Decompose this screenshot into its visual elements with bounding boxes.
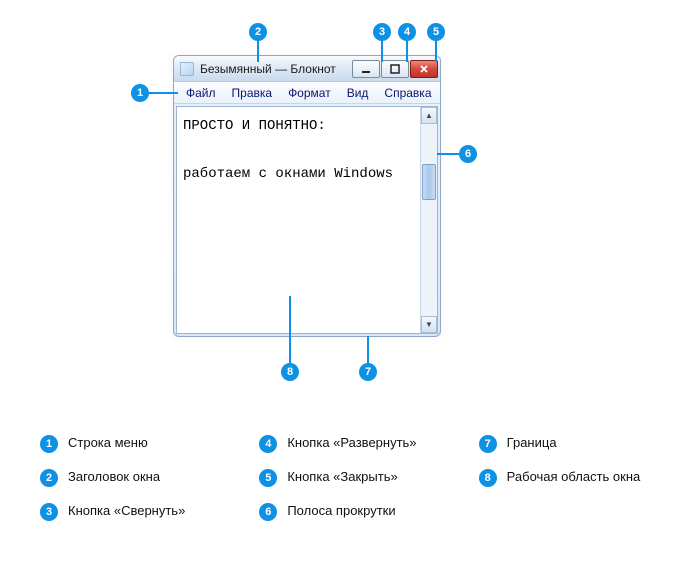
legend: 1 Строка меню 4 Кнопка «Развернуть» 7 Гр… [40, 435, 680, 521]
legend-text: Строка меню [68, 435, 148, 451]
legend-text: Кнопка «Развернуть» [287, 435, 416, 451]
legend-num: 7 [479, 435, 497, 453]
scroll-down-button[interactable]: ▼ [421, 316, 437, 333]
text-area[interactable]: ПРОСТО И ПОНЯТНО: работаем с окнами Wind… [177, 107, 420, 333]
text-line-2: работаем с окнами Windows [183, 166, 393, 182]
menu-format[interactable]: Формат [280, 84, 339, 102]
scroll-thumb[interactable] [422, 164, 436, 200]
legend-text: Кнопка «Закрыть» [287, 469, 397, 485]
lead-3 [381, 40, 383, 62]
callout-8: 8 [281, 363, 299, 381]
legend-text: Кнопка «Свернуть» [68, 503, 185, 519]
menu-help[interactable]: Справка [376, 84, 439, 102]
menu-bar: Файл Правка Формат Вид Справка [174, 82, 440, 104]
legend-num: 4 [259, 435, 277, 453]
legend-text: Рабочая область окна [507, 469, 641, 485]
lead-7 [367, 336, 369, 364]
legend-text: Полоса прокрутки [287, 503, 395, 519]
callout-3: 3 [373, 23, 391, 41]
callout-4: 4 [398, 23, 416, 41]
window-title: Безымянный — Блокнот [200, 62, 351, 76]
window-controls [351, 60, 438, 78]
menu-file[interactable]: Файл [178, 84, 224, 102]
titlebar[interactable]: Безымянный — Блокнот [174, 56, 440, 82]
scroll-track[interactable] [421, 124, 437, 316]
client-area: ПРОСТО И ПОНЯТНО: работаем с окнами Wind… [176, 106, 438, 334]
legend-num: 8 [479, 469, 497, 487]
lead-4 [406, 40, 408, 62]
vertical-scrollbar[interactable]: ▲ ▼ [420, 107, 437, 333]
lead-8 [289, 296, 291, 364]
callout-5: 5 [427, 23, 445, 41]
legend-row-8: 8 Рабочая область окна [479, 469, 680, 487]
legend-num: 2 [40, 469, 58, 487]
close-button[interactable] [410, 60, 438, 78]
legend-row-7: 7 Граница [479, 435, 680, 453]
legend-row-4: 4 Кнопка «Развернуть» [259, 435, 460, 453]
legend-row-1: 1 Строка меню [40, 435, 241, 453]
legend-text: Граница [507, 435, 557, 451]
menu-view[interactable]: Вид [339, 84, 377, 102]
callout-1: 1 [131, 84, 149, 102]
notepad-icon [180, 62, 194, 76]
legend-num: 3 [40, 503, 58, 521]
scroll-up-button[interactable]: ▲ [421, 107, 437, 124]
legend-text: Заголовок окна [68, 469, 160, 485]
lead-2 [257, 40, 259, 62]
legend-num: 6 [259, 503, 277, 521]
callout-6: 6 [459, 145, 477, 163]
legend-row-3: 3 Кнопка «Свернуть» [40, 503, 241, 521]
legend-row-6: 6 Полоса прокрутки [259, 503, 460, 521]
legend-row-2: 2 Заголовок окна [40, 469, 241, 487]
callout-7: 7 [359, 363, 377, 381]
callout-2: 2 [249, 23, 267, 41]
minimize-button[interactable] [352, 60, 380, 78]
lead-5 [435, 40, 437, 62]
text-line-1: ПРОСТО И ПОНЯТНО: [183, 118, 326, 134]
maximize-button[interactable] [381, 60, 409, 78]
notepad-window: Безымянный — Блокнот Файл Правка Формат … [173, 55, 441, 337]
lead-1 [148, 92, 178, 94]
menu-edit[interactable]: Правка [224, 84, 281, 102]
legend-num: 1 [40, 435, 58, 453]
lead-6 [437, 153, 461, 155]
legend-row-5: 5 Кнопка «Закрыть» [259, 469, 460, 487]
legend-num: 5 [259, 469, 277, 487]
